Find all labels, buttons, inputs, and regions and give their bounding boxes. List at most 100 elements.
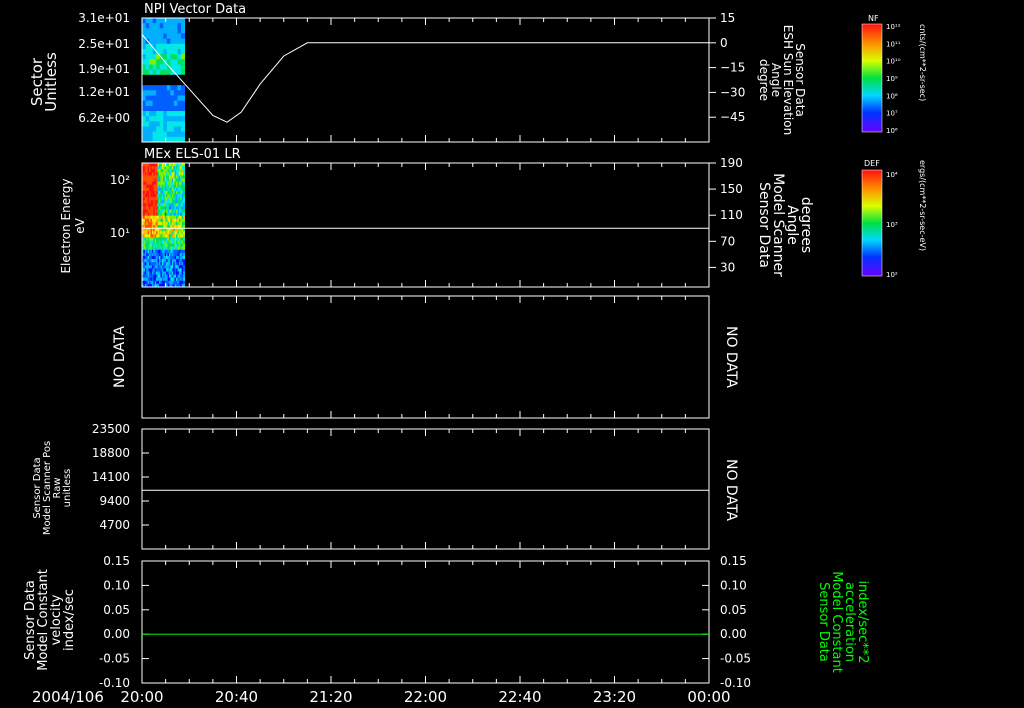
- heatmap-cell: [156, 38, 161, 45]
- heatmap-cell: [170, 121, 175, 127]
- heatmap-cell: [163, 105, 168, 112]
- panel1-ylabel-line2: Unitless: [42, 52, 60, 112]
- heatmap-cell: [159, 116, 164, 122]
- heatmap-cell: [180, 28, 186, 34]
- heatmap-cell: [149, 126, 154, 133]
- heatmap-cell: [156, 131, 161, 138]
- time-axis-label: 20:40: [215, 688, 258, 706]
- panel3-time-ticks: [141, 296, 710, 418]
- heatmap-cell: [180, 126, 186, 133]
- panel-model-constant: 0.15 0.15 0.10 0.10 0.05 0.05 0.00 0.00 -0.05 -0.…: [23, 554, 870, 690]
- heatmap-cell: [177, 95, 182, 102]
- heatmap-cell: [149, 74, 154, 81]
- panel1-ytick: 3.1e+01: [78, 11, 130, 25]
- panel1-ytick: 1.2e+01: [78, 85, 130, 99]
- right-tick-label: 0: [720, 36, 728, 50]
- heatmap-cell: [156, 80, 161, 86]
- right-tick-label: 110: [720, 208, 743, 222]
- heatmap-cell: [166, 131, 171, 138]
- heatmap-cell: [183, 240, 186, 245]
- heatmap-cell: [173, 54, 178, 60]
- heatmap-cell: [177, 116, 182, 122]
- nf-colorbar-unit: cnts/(cm**2-sr-sec): [918, 24, 927, 101]
- heatmap-cell: [145, 95, 150, 102]
- heatmap-cell: [159, 74, 164, 81]
- heatmap-cell: [159, 131, 164, 138]
- heatmap-cell: [163, 54, 168, 60]
- time-axis-label: 22:40: [498, 688, 541, 706]
- heatmap-cell: [177, 100, 182, 107]
- heatmap-cell: [163, 126, 168, 133]
- panel-mex-els: MEx ELS-01 LR Electron Energy eV 10² 10¹…: [59, 147, 927, 288]
- heatmap-cell: [142, 23, 147, 29]
- panel2-time-ticks: [141, 163, 710, 287]
- heatmap-cell: [159, 49, 164, 55]
- heatmap-cell: [183, 231, 186, 235]
- heatmap-cell: [142, 131, 147, 138]
- heatmap-cell: [183, 259, 186, 263]
- time-axis-labels: 20:00 20:40 21:20 22:00 22:40 23:20 00:00: [120, 688, 730, 706]
- heatmap-cell: [142, 80, 147, 86]
- heatmap-cell: [163, 33, 168, 40]
- heatmap-cell: [142, 59, 147, 65]
- heatmap-cell: [156, 69, 161, 76]
- heatmap-cell: [145, 23, 150, 29]
- heatmap-cell: [170, 90, 175, 96]
- right-tick-label: −45: [720, 110, 745, 124]
- heatmap-cell: [156, 64, 161, 71]
- heatmap-cell: [149, 85, 154, 91]
- right-tick-label: 30: [720, 260, 735, 274]
- heatmap-cell: [145, 59, 150, 65]
- time-axis-label: 00:00: [687, 688, 730, 706]
- heatmap-cell: [183, 262, 186, 266]
- heatmap-cell: [149, 90, 154, 96]
- heatmap-cell: [163, 23, 168, 29]
- heatmap-cell: [183, 197, 186, 201]
- heatmap-cell: [152, 100, 157, 107]
- heatmap-cell: [159, 64, 164, 71]
- colorbar-tick-label: 10⁶: [886, 127, 898, 135]
- heatmap-cell: [180, 121, 186, 127]
- heatmap-cell: [166, 54, 171, 60]
- heatmap-cell: [170, 33, 175, 40]
- heatmap-cell: [183, 200, 186, 204]
- panel5-time-ticks: [141, 561, 710, 683]
- heatmap-cell: [163, 116, 168, 122]
- heatmap-cell: [163, 121, 168, 127]
- heatmap-cell: [183, 203, 186, 207]
- nf-colorbar-label: NF: [868, 14, 879, 23]
- heatmap-cell: [177, 49, 182, 55]
- heatmap-cell: [159, 111, 164, 117]
- heatmap-cell: [156, 59, 161, 65]
- heatmap-cell: [173, 38, 178, 45]
- heatmap-cell: [142, 95, 147, 102]
- time-axis-label: 21:20: [309, 688, 352, 706]
- y-tick-label: -0.05: [99, 652, 130, 666]
- time-axis-label: 22:00: [404, 688, 447, 706]
- heatmap-cell: [180, 18, 186, 24]
- right-tick-label: −15: [720, 61, 745, 75]
- heatmap-cell: [180, 111, 186, 117]
- panel2-ylabel-line1: Electron Energy: [59, 178, 73, 273]
- y-tick-label: 14100: [92, 470, 130, 484]
- heatmap-cell: [170, 54, 175, 60]
- heatmap-cell: [183, 243, 186, 248]
- panel2-right-ticks: 190 150 110 70 30: [709, 156, 743, 274]
- heatmap-cell: [152, 80, 157, 86]
- heatmap-cell: [145, 33, 150, 40]
- els-heatmap: [142, 163, 186, 288]
- heatmap-cell: [170, 95, 175, 102]
- heatmap-cell: [152, 111, 157, 117]
- heatmap-cell: [183, 172, 186, 176]
- heatmap-cell: [163, 131, 168, 138]
- heatmap-cell: [152, 74, 157, 81]
- heatmap-cell: [183, 190, 186, 195]
- heatmap-cell: [180, 95, 186, 102]
- heatmap-cell: [183, 249, 186, 254]
- heatmap-cell: [183, 178, 186, 183]
- heatmap-cell: [156, 116, 161, 122]
- heatmap-cell: [163, 43, 168, 50]
- heatmap-cell: [152, 38, 157, 45]
- heatmap-cell: [142, 111, 147, 117]
- heatmap-cell: [177, 121, 182, 127]
